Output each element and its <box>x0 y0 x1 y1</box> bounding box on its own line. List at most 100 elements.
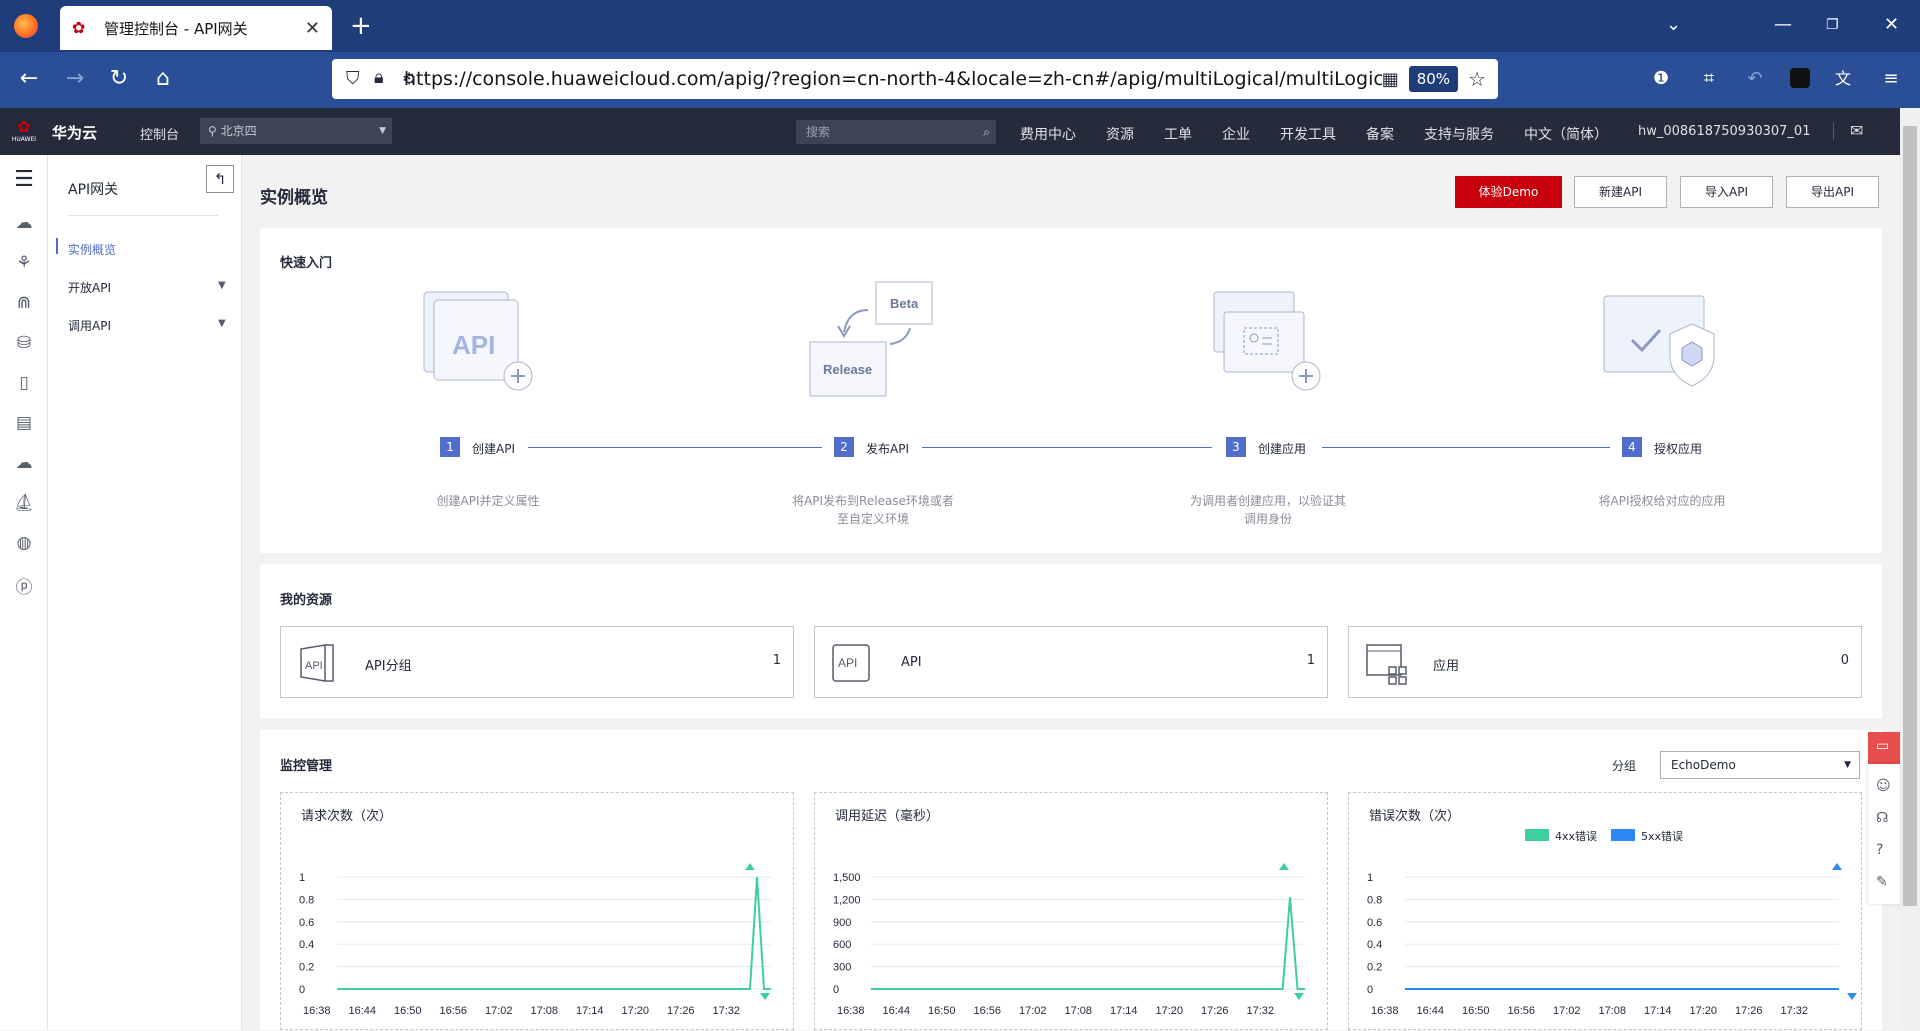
y-tick-label: 0.4 <box>299 939 314 951</box>
x-tick-label: 16:50 <box>394 1005 422 1017</box>
close-window-icon[interactable]: ✕ <box>1884 14 1899 35</box>
caret-down-icon[interactable]: ▼ <box>218 318 226 329</box>
collapse-menu-button[interactable]: ↰ <box>206 165 234 193</box>
cloud-icon[interactable]: ☁ <box>12 453 36 473</box>
step-4-label[interactable]: 授权应用 <box>1654 440 1702 457</box>
resource-count[interactable]: 0 <box>1841 653 1849 668</box>
feedback-button[interactable]: ▭ <box>1868 732 1900 764</box>
y-tick-label: 600 <box>833 939 851 951</box>
import-api-button[interactable]: 导入API <box>1680 176 1773 208</box>
resource-count[interactable]: 1 <box>1307 653 1315 668</box>
search-icon[interactable]: ⌕ <box>983 120 990 144</box>
minimize-icon[interactable]: — <box>1774 14 1792 35</box>
reload-icon[interactable]: ↻ <box>104 66 134 92</box>
x-tick-label: 17:32 <box>1247 1005 1275 1017</box>
address-bar[interactable]: ⛉ 🔒︎ ⚙ https://console.huaweicloud.com/a… <box>332 59 1498 99</box>
help-icon[interactable]: ? <box>1876 842 1883 858</box>
shield-icon[interactable]: ⛉ <box>346 68 360 89</box>
step-1-label[interactable]: 创建API <box>472 440 515 457</box>
network-icon[interactable]: ⋒ <box>12 293 36 313</box>
step-3-label[interactable]: 创建应用 <box>1258 440 1306 457</box>
x-tick-label: 16:50 <box>928 1005 956 1017</box>
marker-up <box>1832 863 1842 870</box>
nav-enterprise[interactable]: 企业 <box>1222 124 1250 144</box>
y-tick-label: 0 <box>833 984 839 996</box>
resource-api-group[interactable]: API API分组 1 <box>280 626 794 698</box>
message-icon[interactable]: ✉ <box>1850 121 1863 140</box>
bookmark-star-icon[interactable]: ☆ <box>1468 67 1486 91</box>
tab-list-icon[interactable]: ⌄ <box>1666 14 1681 35</box>
y-tick-label: 0.2 <box>299 962 314 974</box>
try-demo-button[interactable]: 体验Demo <box>1455 176 1562 208</box>
console-link[interactable]: 控制台 <box>140 124 179 143</box>
cloud-compute-icon[interactable]: ☁ <box>12 213 36 233</box>
api-icon-text: API <box>838 656 857 670</box>
export-api-button[interactable]: 导出API <box>1786 176 1879 208</box>
search-input[interactable]: 搜索 ⌕ <box>796 120 996 144</box>
logo-text: HUAWEI <box>11 136 37 143</box>
huawei-logo[interactable]: ✿ HUAWEI <box>10 118 38 146</box>
create-api-illustration: API <box>423 291 533 391</box>
ip-icon[interactable]: ⓟ <box>12 573 36 598</box>
crop-icon[interactable]: ⌗ <box>1694 66 1724 92</box>
zoom-level[interactable]: 80% <box>1408 66 1459 92</box>
nav-support[interactable]: 支持与服务 <box>1424 124 1494 144</box>
menu-item-overview[interactable]: 实例概览 <box>68 241 116 258</box>
smile-icon[interactable]: ☺ <box>1876 778 1891 794</box>
firefox-icon[interactable] <box>14 14 38 38</box>
permissions-icon[interactable]: ⚙ <box>402 69 416 88</box>
home-icon[interactable]: ⌂ <box>148 66 178 92</box>
api-group-icon: API <box>300 644 334 682</box>
resource-app[interactable]: 应用 0 <box>1348 626 1862 698</box>
region-select[interactable]: ⚲ 北京四 ▼ <box>200 118 392 144</box>
scrollbar-thumb[interactable] <box>1903 126 1917 906</box>
undo-icon[interactable]: ↶ <box>1740 66 1770 92</box>
step-2-desc: 将API发布到Release环境或者 至自定义环境 <box>792 494 954 526</box>
nav-tickets[interactable]: 工单 <box>1164 124 1192 144</box>
extension-badge-icon[interactable]: ❶ <box>1646 66 1676 92</box>
nav-billing[interactable]: 费用中心 <box>1020 124 1076 144</box>
edit-note-icon[interactable]: ✎ <box>1876 874 1888 890</box>
headset-icon[interactable]: ☊ <box>1876 810 1888 826</box>
menu-icon[interactable]: ≡ <box>1876 66 1906 92</box>
database-icon[interactable]: ⛁ <box>12 333 36 353</box>
requests-chart-svg: 0 0.2 0.4 0.6 0.8 1 16:38 16:44 16:50 16:56 17:02 1… <box>299 863 771 1017</box>
storage-icon[interactable]: ▯ <box>12 373 36 393</box>
globe-icon[interactable]: ◍ <box>12 533 36 553</box>
x-tick-label: 16:44 <box>883 1005 911 1017</box>
qr-code-icon[interactable]: ▦ <box>1382 69 1399 90</box>
extension-icon[interactable] <box>1790 68 1810 88</box>
step-2-label[interactable]: 发布API <box>866 440 909 457</box>
resource-api[interactable]: API API 1 <box>814 626 1328 698</box>
new-api-button[interactable]: 新建API <box>1574 176 1667 208</box>
caret-down-icon[interactable]: ▼ <box>218 280 226 291</box>
nav-language[interactable]: 中文（简体） <box>1524 124 1608 144</box>
sailboat-icon[interactable]: ⛵︎ <box>12 493 36 513</box>
nav-devtools[interactable]: 开发工具 <box>1280 124 1336 144</box>
nav-username[interactable]: hw_008618750930307_01 <box>1638 124 1810 139</box>
app-grid-icon <box>1366 644 1407 685</box>
brand-name[interactable]: 华为云 <box>52 122 97 143</box>
x-tick-label: 17:08 <box>1599 1005 1627 1017</box>
new-tab-icon[interactable]: + <box>350 10 372 42</box>
nav-icp[interactable]: 备案 <box>1366 124 1394 144</box>
nav-resources[interactable]: 资源 <box>1106 124 1134 144</box>
step-1-desc: 创建API并定义属性 <box>436 494 540 508</box>
forward-icon[interactable]: → <box>60 66 90 92</box>
x-tick-label: 17:14 <box>1110 1005 1138 1017</box>
close-tab-icon[interactable]: ✕ <box>305 18 320 39</box>
lock-icon[interactable]: 🔒︎ <box>374 67 384 88</box>
restore-icon[interactable]: ❐ <box>1826 17 1839 33</box>
menu-item-call-api[interactable]: 调用API <box>68 317 111 334</box>
browser-tab-active[interactable]: ✿ 管理控制台 - API网关 ✕ <box>60 6 332 50</box>
hamburger-menu-icon[interactable]: ☰ <box>12 167 36 192</box>
cluster-icon[interactable]: ⚘ <box>12 253 36 273</box>
back-icon[interactable]: ← <box>14 66 44 92</box>
translate-icon[interactable]: 文 <box>1828 66 1858 92</box>
document-icon[interactable]: ▤ <box>12 413 36 433</box>
menu-item-open-api[interactable]: 开放API <box>68 279 111 296</box>
url-text[interactable]: https://console.huaweicloud.com/apig/?re… <box>344 68 1382 90</box>
resource-count[interactable]: 1 <box>773 653 781 668</box>
group-select[interactable]: EchoDemo ▼ <box>1660 751 1860 779</box>
x-tick-label: 17:02 <box>485 1005 513 1017</box>
